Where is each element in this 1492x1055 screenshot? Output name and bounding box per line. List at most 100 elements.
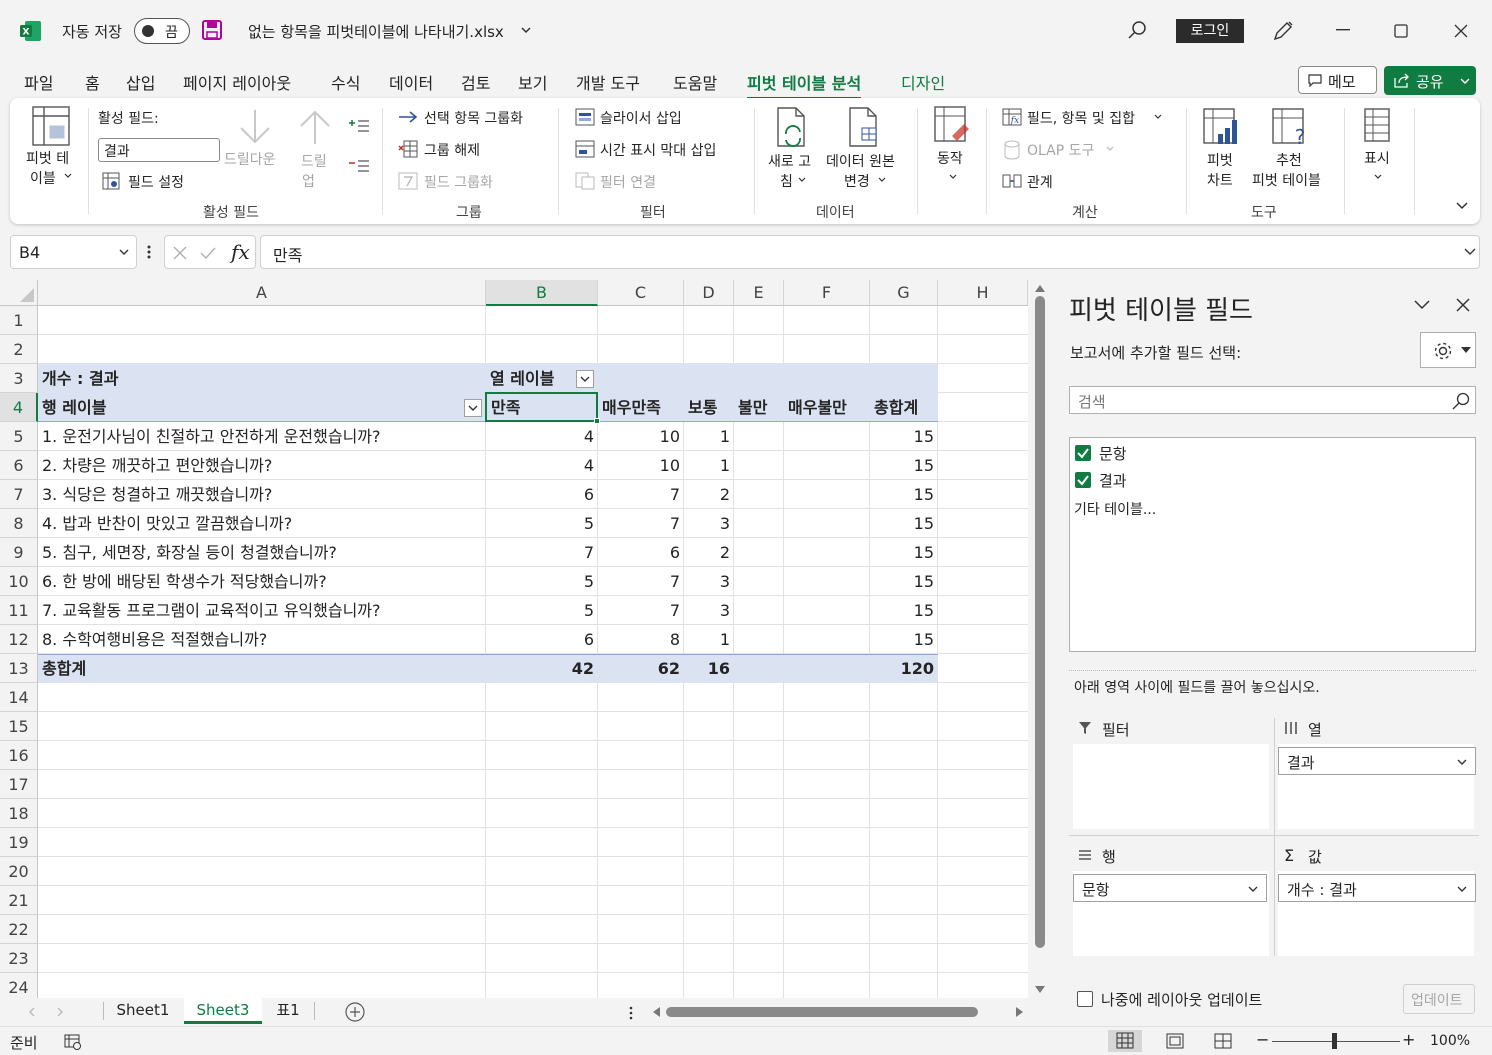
column-header-D[interactable]: D bbox=[684, 280, 734, 306]
zoom-level[interactable]: 100% bbox=[1430, 1033, 1470, 1049]
pivot-value[interactable]: 2 bbox=[684, 538, 734, 567]
column-header-E[interactable]: E bbox=[734, 280, 784, 306]
row-labels-filter-button[interactable] bbox=[464, 399, 482, 417]
hscroll-left-icon[interactable] bbox=[652, 1007, 660, 1017]
pivot-table-icon[interactable] bbox=[32, 106, 70, 146]
pivot-row-label[interactable]: 4. 밥과 반찬이 맛있고 깔끔했습니까? bbox=[38, 509, 486, 538]
values-field-dropdown[interactable]: 개수 : 결과 bbox=[1278, 874, 1476, 902]
pivot-value[interactable]: 10 bbox=[598, 451, 684, 480]
pivot-value[interactable]: 1 bbox=[684, 451, 734, 480]
pivot-row-label[interactable]: 8. 수학여행비용은 적절했습니까? bbox=[38, 625, 486, 654]
active-field-input[interactable]: 결과 bbox=[98, 138, 220, 162]
hscroll-right-icon[interactable] bbox=[1016, 1007, 1024, 1017]
pivot-value[interactable] bbox=[784, 480, 870, 509]
row-header-22[interactable]: 22 bbox=[0, 915, 38, 944]
row-header-23[interactable]: 23 bbox=[0, 944, 38, 973]
vertical-scrollbar[interactable] bbox=[1028, 280, 1052, 998]
chevron-down-icon[interactable] bbox=[520, 24, 532, 36]
row-header-13[interactable]: 13 bbox=[0, 654, 38, 683]
tab-formulas[interactable]: 수식 bbox=[331, 70, 360, 94]
pivot-row-label[interactable]: 3. 식당은 청결하고 깨끗했습니까? bbox=[38, 480, 486, 509]
show-button[interactable]: 표시 bbox=[1364, 148, 1390, 168]
sheet-tab-sheet1[interactable]: Sheet1 bbox=[106, 998, 180, 1024]
pivot-value[interactable] bbox=[734, 451, 784, 480]
tab-developer[interactable]: 개발 도구 bbox=[576, 70, 640, 94]
relationships-button[interactable]: 관계 bbox=[1027, 172, 1053, 192]
row-header-12[interactable]: 12 bbox=[0, 625, 38, 654]
pivot-row-label[interactable]: 7. 교육활동 프로그램이 교육적이고 유익했습니까? bbox=[38, 596, 486, 625]
formula-input[interactable]: 만족 bbox=[260, 235, 1480, 269]
defer-update-checkbox[interactable] bbox=[1077, 991, 1093, 1007]
row-header-15[interactable]: 15 bbox=[0, 712, 38, 741]
pivot-value[interactable]: 15 bbox=[870, 625, 938, 654]
pivot-value[interactable] bbox=[734, 596, 784, 625]
group-selection-button[interactable]: 선택 항목 그룹화 bbox=[424, 108, 523, 128]
minimize-icon[interactable] bbox=[1336, 29, 1350, 31]
row-header-16[interactable]: 16 bbox=[0, 741, 38, 770]
insert-timeline-button[interactable]: 시간 표시 막대 삽입 bbox=[600, 140, 716, 160]
row-header-8[interactable]: 8 bbox=[0, 509, 38, 538]
pivot-value[interactable] bbox=[734, 625, 784, 654]
pivot-value[interactable]: 2 bbox=[684, 480, 734, 509]
tab-view[interactable]: 보기 bbox=[518, 70, 547, 94]
pivot-value[interactable]: 15 bbox=[870, 422, 938, 451]
fields-items-sets-button[interactable]: 필드, 항목 및 집합 bbox=[1027, 108, 1135, 128]
pivot-value[interactable]: 15 bbox=[870, 509, 938, 538]
pivot-grand-total-value[interactable]: 42 bbox=[486, 654, 598, 683]
tab-design[interactable]: 디자인 bbox=[901, 70, 945, 94]
column-field-dropdown[interactable]: 결과 bbox=[1278, 747, 1476, 775]
pivot-value[interactable]: 15 bbox=[870, 538, 938, 567]
pivot-value[interactable]: 15 bbox=[870, 451, 938, 480]
pivot-row-label[interactable]: 2. 차량은 깨끗하고 편안했습니까? bbox=[38, 451, 486, 480]
refresh-label-1[interactable]: 새로 고 bbox=[768, 151, 811, 171]
pivot-value[interactable] bbox=[734, 422, 784, 451]
row-header-18[interactable]: 18 bbox=[0, 799, 38, 828]
recommended-label-2[interactable]: 피벗 테이블 bbox=[1252, 170, 1321, 190]
insert-function-icon[interactable]: fx bbox=[231, 240, 250, 264]
pivot-column-header[interactable]: 불만 bbox=[734, 393, 784, 422]
ribbon-collapse-icon[interactable] bbox=[1456, 202, 1468, 210]
column-labels-filter-button[interactable] bbox=[576, 370, 594, 388]
row-header-11[interactable]: 11 bbox=[0, 596, 38, 625]
update-button[interactable]: 업데이트 bbox=[1403, 984, 1475, 1014]
expand-field-icon[interactable] bbox=[348, 118, 370, 134]
pivot-value[interactable]: 15 bbox=[870, 596, 938, 625]
login-button[interactable]: 로그인 bbox=[1176, 19, 1244, 43]
refresh-label-2[interactable]: 침 bbox=[780, 171, 793, 191]
maximize-icon[interactable] bbox=[1394, 24, 1408, 38]
row-header-6[interactable]: 6 bbox=[0, 451, 38, 480]
actions-icon[interactable] bbox=[934, 106, 970, 144]
normal-view-icon[interactable] bbox=[1108, 1030, 1142, 1052]
pivot-grand-total-value[interactable]: 120 bbox=[870, 654, 938, 683]
enter-icon[interactable] bbox=[200, 246, 216, 260]
tab-page-layout[interactable]: 페이지 레이아웃 bbox=[183, 70, 291, 94]
pivot-value[interactable] bbox=[734, 480, 784, 509]
autosave-toggle[interactable]: 끔 bbox=[134, 18, 190, 44]
insert-slicer-button[interactable]: 슬라이서 삽입 bbox=[600, 108, 682, 128]
change-source-icon[interactable] bbox=[848, 106, 882, 148]
tab-scroll-left-icon[interactable] bbox=[28, 1007, 36, 1017]
pivot-grand-total-label[interactable]: 총합계 bbox=[38, 654, 486, 683]
pivot-value[interactable] bbox=[784, 596, 870, 625]
row-header-2[interactable]: 2 bbox=[0, 335, 38, 364]
pivot-value[interactable]: 6 bbox=[598, 538, 684, 567]
horizontal-scroll-thumb[interactable] bbox=[666, 1007, 978, 1017]
more-vertical-icon[interactable] bbox=[147, 244, 151, 260]
pivot-value[interactable] bbox=[784, 567, 870, 596]
page-break-view-icon[interactable] bbox=[1214, 1033, 1232, 1049]
pivot-value[interactable]: 7 bbox=[486, 538, 598, 567]
recommended-label-1[interactable]: 추천 bbox=[1276, 150, 1302, 170]
pivot-value[interactable]: 6 bbox=[486, 480, 598, 509]
column-header-H[interactable]: H bbox=[938, 280, 1028, 306]
pivot-count-label[interactable]: 개수 : 결과 bbox=[38, 364, 486, 393]
pivot-value[interactable] bbox=[734, 538, 784, 567]
row-header-24[interactable]: 24 bbox=[0, 973, 38, 998]
pivot-grand-total-value[interactable]: 62 bbox=[598, 654, 684, 683]
pivot-row-label[interactable]: 6. 한 방에 배당된 학생수가 적당했습니까? bbox=[38, 567, 486, 596]
tab-home[interactable]: 홈 bbox=[85, 70, 100, 94]
add-sheet-icon[interactable] bbox=[345, 1002, 365, 1022]
tab-help[interactable]: 도움말 bbox=[673, 70, 717, 94]
tab-pivottable-analyze[interactable]: 피벗 테이블 분석 bbox=[747, 70, 862, 100]
field-search-input[interactable]: 검색 bbox=[1069, 386, 1476, 414]
pivot-value[interactable]: 6 bbox=[486, 625, 598, 654]
